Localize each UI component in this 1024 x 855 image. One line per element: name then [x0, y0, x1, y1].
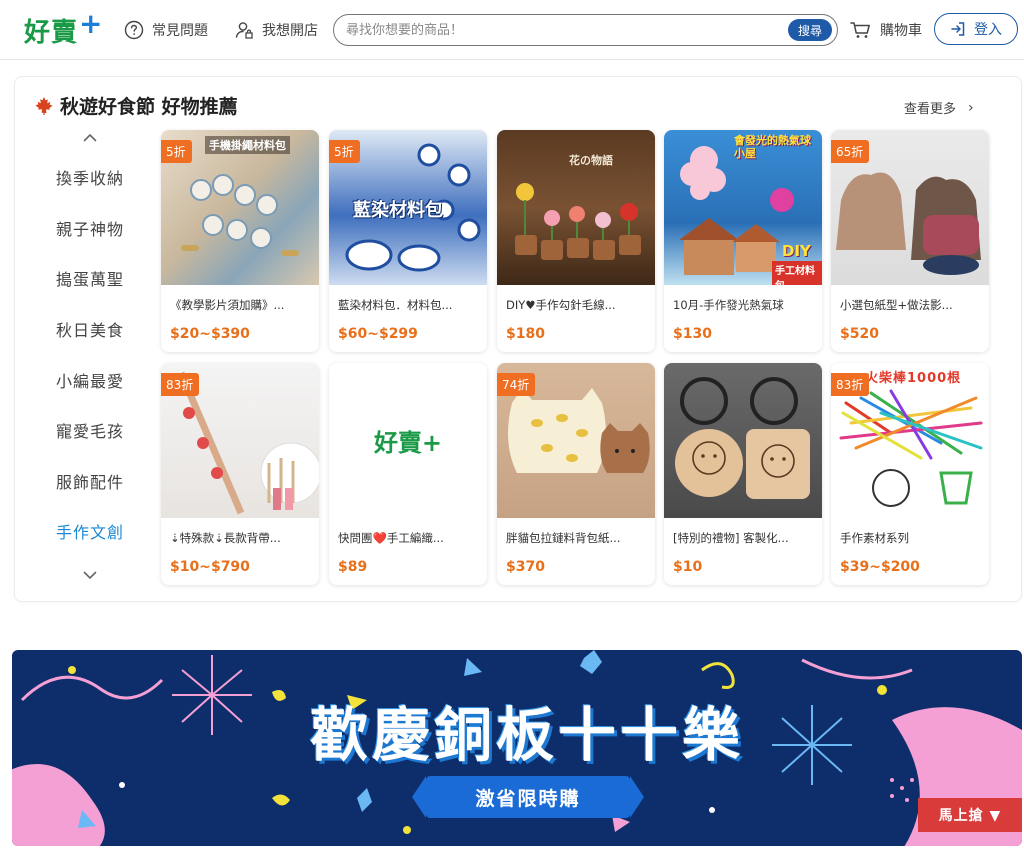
discount-badge: 83折	[831, 373, 870, 396]
product-image-art	[675, 377, 810, 499]
product-name: DIY♥手作勾針毛線...	[506, 298, 616, 312]
banner-title: 歡慶銅板十十樂	[309, 701, 744, 769]
open-store-link[interactable]: 我想開店	[234, 18, 318, 42]
category-list: 換季收納 親子神物 搗蛋萬聖 秋日美食 小編最愛 寵愛毛孩 服飾配件 手作文創	[30, 152, 150, 557]
product-price: $370	[506, 559, 545, 575]
product-price: $60~$299	[338, 326, 418, 342]
category-item-0[interactable]: 換季收納	[30, 152, 150, 203]
product-price: $520	[840, 326, 879, 342]
product-name: 藍染材料包．材料包...	[338, 298, 453, 312]
product-image: 火柴棒1000根 83折	[831, 363, 989, 518]
discount-badge: 5折	[329, 140, 360, 163]
cart-label: 購物車	[880, 23, 922, 39]
chevron-down-icon	[83, 571, 97, 579]
search-bar: 搜尋	[333, 14, 838, 46]
category-item-2[interactable]: 搗蛋萬聖	[30, 253, 150, 304]
login-icon	[951, 22, 965, 36]
category-item-5[interactable]: 寵愛毛孩	[30, 405, 150, 456]
product-price: $39~$200	[840, 559, 920, 575]
product-image	[664, 363, 822, 518]
category-item-6[interactable]: 服飾配件	[30, 456, 150, 507]
product-card[interactable]: 藍染材料包 5折 藍染材料包．材料包... $60~$299	[329, 130, 487, 352]
product-image: 花の物語	[497, 130, 655, 285]
section-header: 秋遊好食節 好物推薦	[34, 92, 238, 119]
user-store-icon	[235, 22, 253, 39]
product-image: 手機掛繩材料包 5折	[161, 130, 319, 285]
category-item-3[interactable]: 秋日美食	[30, 304, 150, 355]
product-name: ⇣特殊款⇣長款背帶...	[170, 531, 281, 545]
product-card[interactable]: 火柴棒1000根 83折 手作素材系列 $39~$200	[831, 363, 989, 585]
search-button[interactable]: 搜尋	[788, 19, 832, 41]
category-scroll-down[interactable]	[80, 568, 100, 582]
product-price: $10	[673, 559, 703, 575]
product-image-caption: 藍染材料包	[353, 200, 443, 221]
search-input[interactable]	[346, 19, 776, 41]
product-name: 《教學影片須加購》...	[170, 298, 285, 312]
maple-leaf-icon	[35, 96, 53, 115]
promo-banner[interactable]: 歡慶銅板十十樂 激省限時購 馬上搶 ▼	[12, 650, 1022, 846]
product-price: $180	[506, 326, 545, 342]
product-card[interactable]: 好賣+ 快問團❤️手工編織... $89	[329, 363, 487, 585]
category-scroll-up[interactable]	[80, 130, 100, 144]
product-image: 好賣+	[329, 363, 487, 518]
product-name: 小選包紙型+做法影...	[840, 298, 953, 312]
cart-icon	[850, 22, 870, 38]
product-name: 10月-手作發光熱氣球	[673, 298, 784, 312]
faq-label: 常見問題	[152, 23, 208, 39]
product-image-art	[515, 183, 641, 260]
product-image: 83折	[161, 363, 319, 518]
category-item-7[interactable]: 手作文創	[30, 506, 150, 557]
top-header: 好賣 + 常見問題 我想開店 搜尋 購物車 登入	[0, 0, 1024, 60]
see-more-label: 查看更多	[904, 102, 957, 117]
discount-badge: 5折	[161, 140, 192, 163]
see-more-link[interactable]: 查看更多 ›	[904, 98, 974, 118]
question-circle-icon	[124, 20, 144, 40]
product-name: 快問團❤️手工編織...	[338, 531, 444, 545]
login-button[interactable]: 登入	[934, 13, 1018, 45]
product-price: $89	[338, 559, 368, 575]
product-name: 手作素材系列	[840, 531, 909, 545]
product-price: $10~$790	[170, 559, 250, 575]
product-card[interactable]: 65折 小選包紙型+做法影... $520	[831, 130, 989, 352]
product-image-caption: 會發光的熱氣球小屋	[734, 134, 811, 160]
product-price: $130	[673, 326, 712, 342]
logo-text: 好賣	[24, 17, 79, 48]
product-card[interactable]: 花の物語 DIY♥手作勾針毛線... $180	[497, 130, 655, 352]
placeholder-logo: 好賣+	[373, 429, 443, 457]
category-item-4[interactable]: 小編最愛	[30, 354, 150, 405]
product-card[interactable]: [特別的禮物] 客製化... $10	[664, 363, 822, 585]
discount-badge: 65折	[831, 140, 870, 163]
login-label: 登入	[974, 22, 1002, 38]
product-card[interactable]: 83折 ⇣特殊款⇣長款背帶... $10~$790	[161, 363, 319, 585]
product-card[interactable]: 74折 胖貓包拉鏈料背包紙... $370	[497, 363, 655, 585]
product-card[interactable]: 手機掛繩材料包 5折 《教學影片須加購》... $20~$390	[161, 130, 319, 352]
product-name: [特別的禮物] 客製化...	[673, 531, 789, 545]
banner-cta-button[interactable]: 馬上搶 ▼	[918, 798, 1022, 832]
product-name: 胖貓包拉鏈料背包紙...	[506, 531, 621, 545]
product-image-caption-diy: DIY	[782, 242, 811, 260]
section-title: 秋遊好食節 好物推薦	[60, 96, 238, 118]
product-image: 65折	[831, 130, 989, 285]
logo-plus: +	[79, 7, 103, 40]
product-image-caption-kit: 手工材料包	[772, 261, 822, 285]
banner-subtitle: 激省限時購	[412, 776, 644, 818]
cart-link[interactable]: 購物車	[850, 18, 922, 42]
category-item-1[interactable]: 親子神物	[30, 203, 150, 254]
site-logo[interactable]: 好賣 +	[24, 7, 103, 48]
product-image: 會發光的熱氣球小屋 DIY 手工材料包	[664, 130, 822, 285]
discount-badge: 74折	[497, 373, 536, 396]
product-image: 74折	[497, 363, 655, 518]
chevron-right-icon: ›	[968, 99, 974, 116]
faq-link[interactable]: 常見問題	[124, 18, 208, 42]
product-card[interactable]: 會發光的熱氣球小屋 DIY 手工材料包 10月-手作發光熱氣球 $130	[664, 130, 822, 352]
product-price: $20~$390	[170, 326, 250, 342]
product-image: 藍染材料包 5折	[329, 130, 487, 285]
open-store-label: 我想開店	[262, 23, 318, 39]
chevron-up-icon	[83, 133, 97, 141]
discount-badge: 83折	[161, 373, 200, 396]
